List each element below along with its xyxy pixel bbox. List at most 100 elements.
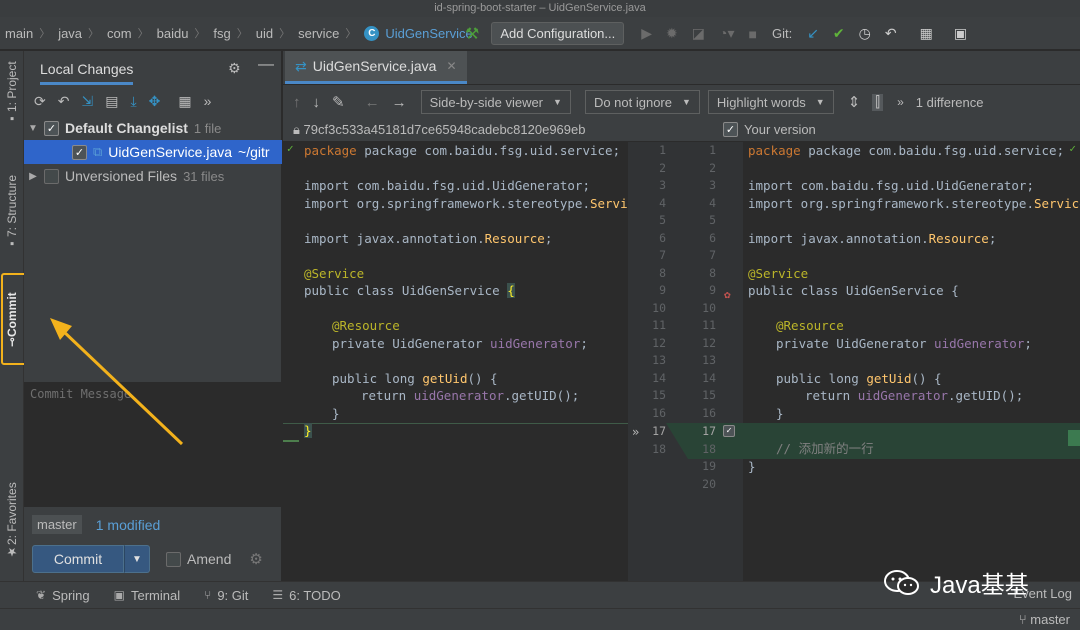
unversioned-checkbox[interactable] [44, 168, 59, 184]
editor-tabs: ⇄ UidGenService.java ✕ [283, 51, 1080, 84]
tab-git[interactable]: ⑂ 9: Git [204, 588, 248, 603]
next-difference-icon[interactable]: ↓ [313, 94, 321, 111]
unversioned-label: Unversioned Files [65, 168, 178, 184]
sync-scroll-icon[interactable]: ⫿ [872, 93, 884, 111]
gear-icon[interactable]: ⚙ [228, 60, 241, 77]
breadcrumb-item[interactable]: baidu 〉 [157, 25, 214, 41]
more-icon[interactable]: » [897, 95, 904, 109]
amend-label: Amend [187, 551, 232, 567]
line-number: 4 [659, 195, 666, 210]
collapse-unchanged-icon[interactable]: ⇕ [848, 93, 861, 111]
forward-icon[interactable]: → [392, 94, 407, 111]
close-icon[interactable]: ✕ [446, 59, 456, 73]
run-icon[interactable]: ▶ [641, 25, 652, 42]
debug-icon[interactable]: ✹ [666, 25, 678, 42]
line-number: 8 [659, 265, 666, 280]
chevron-down-icon: ▼ [815, 97, 825, 107]
tab-project[interactable]: ▪ 1: Project [0, 59, 24, 129]
coverage-icon[interactable]: ◪ [692, 25, 705, 42]
tab-label: UidGenService.java [312, 58, 437, 74]
line-number: 4 [709, 195, 716, 210]
file-row[interactable]: ✓ ⧉ UidGenService.java ~/gitr [24, 140, 282, 164]
line-number: 19 [702, 459, 716, 473]
rollback-icon[interactable]: ↶ [885, 25, 897, 42]
commit-message-input[interactable]: Commit Message [24, 382, 282, 507]
history-icon[interactable]: ◷ [859, 25, 871, 42]
build-hammer-icon[interactable]: ⚒ [465, 24, 479, 44]
unversioned-row[interactable]: ▶ Unversioned Files 31 files [24, 164, 282, 188]
bean-gutter-icon[interactable]: ✿ [724, 288, 731, 301]
changelist-icon[interactable]: ▤ [105, 93, 118, 110]
line-number: 7 [659, 248, 666, 262]
show-diff-icon[interactable]: ⇲ [81, 93, 93, 110]
breadcrumb-item[interactable]: uid 〉 [256, 25, 298, 41]
amend-checkbox[interactable] [166, 551, 181, 567]
changelist-name: Default Changelist [65, 120, 188, 136]
tab-todo[interactable]: ☰ 6: TODO [272, 588, 340, 603]
apply-change-icon[interactable]: » [632, 425, 639, 439]
ignore-select[interactable]: Do not ignore ▼ [584, 90, 700, 114]
your-version-checkbox[interactable]: ✓ [723, 122, 738, 137]
refresh-icon[interactable]: ⟳ [34, 93, 46, 110]
line-number: 11 [702, 318, 716, 332]
previous-difference-icon[interactable]: ↑ [293, 94, 301, 111]
changelist-row[interactable]: ▼ ✓ Default Changelist 1 file [24, 116, 282, 140]
tab-uidgenservice[interactable]: ⇄ UidGenService.java ✕ [285, 51, 467, 84]
shelve-icon[interactable]: ⤓ [130, 93, 136, 110]
terminal-window-icon[interactable]: ▣ [954, 25, 967, 42]
status-bar: ⑂ master [0, 608, 1080, 630]
edit-source-icon[interactable]: ✎ [332, 93, 345, 111]
right-code-pane[interactable]: ✓ package package com.baidu.fsg.uid.serv… [743, 142, 1080, 581]
expand-icon[interactable]: ✥ [149, 93, 161, 110]
breadcrumb-item[interactable]: com 〉 [107, 25, 157, 41]
add-configuration-button[interactable]: Add Configuration... [491, 22, 625, 45]
include-change-checkbox[interactable]: ✓ [723, 425, 735, 437]
commit-button[interactable]: Commit [32, 545, 124, 573]
chevron-right-icon: 〉 [88, 28, 100, 40]
line-number: 17 [702, 424, 716, 438]
expand-arrow-icon[interactable]: ▼ [26, 123, 40, 134]
git-update-icon[interactable]: ↙ [807, 25, 819, 42]
commit-options-gear-icon[interactable]: ⚙ [249, 550, 262, 568]
back-icon[interactable]: ← [365, 94, 380, 111]
code-line: return uidGenerator.getUID(); [805, 388, 1024, 403]
stop-icon[interactable]: ■ [748, 26, 756, 42]
tab-terminal[interactable]: ▣ Terminal [114, 588, 180, 603]
branch-chip[interactable]: master [32, 515, 82, 534]
more-icon[interactable]: » [204, 93, 212, 109]
left-code-pane[interactable]: ✓ package package com.baidu.fsg.uid.serv… [283, 142, 628, 581]
line-number: 18 [652, 441, 666, 456]
tab-favorites[interactable]: ★ 2: Favorites [0, 471, 24, 571]
code-line: public long getUid() { [776, 370, 942, 386]
breadcrumb-item[interactable]: java 〉 [58, 25, 107, 41]
file-checkbox[interactable]: ✓ [72, 144, 87, 160]
viewer-select[interactable]: Side-by-side viewer ▼ [420, 90, 571, 114]
rollback-icon[interactable]: ↶ [58, 93, 70, 110]
breadcrumb-item[interactable]: main 〉 [5, 25, 58, 41]
profile-icon[interactable]: ◔▾ [719, 25, 734, 42]
line-number: 3 [659, 178, 666, 192]
wechat-icon [884, 569, 919, 595]
code-line: @Resource [776, 318, 844, 333]
breadcrumb-item[interactable]: service 〉 [298, 25, 364, 41]
chevron-right-icon: 〉 [194, 28, 206, 40]
tab-spring[interactable]: ❦ Spring [36, 588, 90, 603]
code-line: @Resource [332, 318, 400, 333]
minimize-icon[interactable]: — [258, 56, 274, 74]
git-commit-icon[interactable]: ✔ [833, 25, 845, 42]
status-branch[interactable]: ⑂ master [1019, 612, 1070, 627]
breadcrumb-item[interactable]: fsg 〉 [213, 25, 255, 41]
highlight-select[interactable]: Highlight words ▼ [707, 90, 834, 114]
tab-structure[interactable]: ▪ 7: Structure [0, 163, 24, 263]
modified-count-link[interactable]: 1 modified [96, 517, 161, 533]
project-structure-icon[interactable]: ▦ [920, 25, 933, 42]
breadcrumb-class[interactable]: C UidGenService [364, 25, 473, 41]
code-line: } [776, 405, 784, 421]
changelist-count: 1 file [193, 120, 222, 136]
tab-local-changes[interactable]: Local Changes [40, 53, 134, 85]
group-by-icon[interactable]: ▦ [178, 93, 191, 110]
collapse-arrow-icon[interactable]: ▶ [26, 171, 40, 182]
changelist-checkbox[interactable]: ✓ [44, 120, 59, 136]
amend-option[interactable]: Amend [166, 551, 231, 567]
commit-dropdown-button[interactable]: ▼ [124, 545, 150, 573]
